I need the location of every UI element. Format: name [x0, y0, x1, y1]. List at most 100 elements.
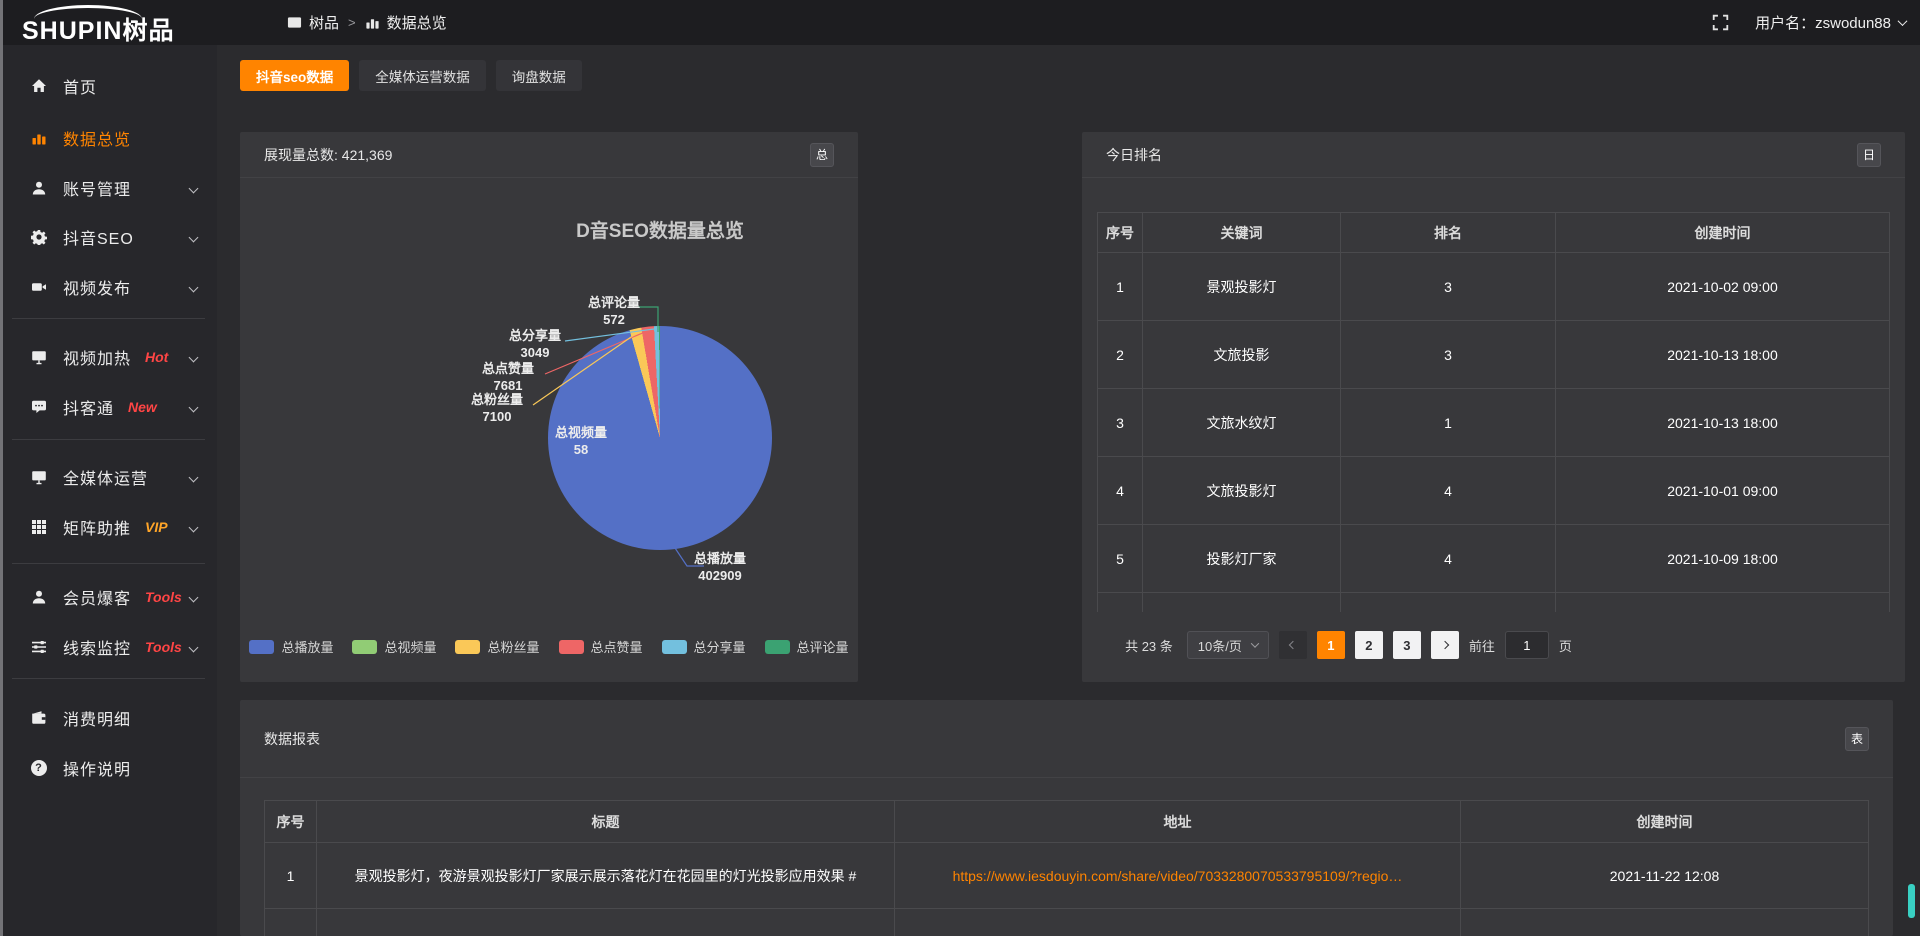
col-no: 序号	[265, 801, 317, 843]
breadcrumb-current[interactable]: 数据总览	[387, 12, 447, 33]
sidebar-item-matrix-boost[interactable]: 矩阵助推 VIP	[0, 505, 217, 549]
question-icon: ?	[30, 759, 48, 777]
user-menu[interactable]: 用户名：zswodun88	[1755, 12, 1906, 33]
chart-title: D音SEO数据量总览	[576, 216, 744, 243]
col-created: 创建时间	[1461, 801, 1869, 843]
ranking-panel-header: 今日排名 日	[1082, 132, 1905, 178]
breadcrumb-separator: >	[348, 15, 356, 30]
chart-panel-header: 展现量总数: 421,369 总	[240, 132, 858, 178]
sliders-icon	[30, 638, 48, 656]
new-badge: New	[128, 399, 157, 415]
tab-inquiry-data[interactable]: 询盘数据	[496, 60, 582, 91]
sidebar-item-lead-monitor[interactable]: 线索监控 Tools	[0, 625, 217, 669]
user-icon	[30, 588, 48, 606]
grid-icon	[30, 518, 48, 536]
legend-item[interactable]: 总粉丝量	[455, 637, 539, 656]
goto-page-input[interactable]	[1505, 631, 1549, 659]
video-link[interactable]: https://www.iesdouyin.com/share/video/70…	[953, 868, 1403, 884]
app-logo[interactable]: SHUPIN树品	[18, 2, 218, 45]
sidebar-item-video-publish[interactable]: 视频发布	[0, 265, 217, 309]
ranking-table-wrap: 序号 关键词 排名 创建时间 1景观投影灯32021-10-02 09:00 2…	[1097, 212, 1890, 612]
chevron-down-icon	[189, 473, 199, 483]
label-total-fans: 总粉丝量7100	[455, 392, 539, 426]
table-row[interactable]: 1景观投影灯32021-10-02 09:00	[1098, 253, 1890, 321]
sidebar-item-media-ops[interactable]: 全媒体运营	[0, 455, 217, 499]
tab-douyin-seo-data[interactable]: 抖音seo数据	[240, 60, 349, 91]
gear-icon	[30, 228, 48, 246]
data-report-panel: 数据报表 表 序号 标题 地址 创建时间 1 景观投影灯，夜游景观投影灯厂家展示…	[240, 700, 1893, 936]
chevron-down-icon	[1251, 639, 1259, 647]
report-panel-header: 数据报表 表	[240, 700, 1893, 778]
label-total-likes: 总点赞量7681	[466, 361, 550, 395]
sidebar-divider	[12, 318, 205, 319]
user-icon	[30, 179, 48, 197]
bar-chart-icon	[365, 15, 380, 30]
sidebar-item-expense-detail[interactable]: 消费明细	[0, 696, 217, 740]
legend-swatch	[352, 640, 377, 654]
table-row[interactable]: 2文旅投影32021-10-13 18:00	[1098, 321, 1890, 389]
total-count: 共 23 条	[1125, 636, 1173, 655]
username: 用户名：zswodun88	[1755, 12, 1891, 33]
legend-item[interactable]: 总播放量	[249, 637, 333, 656]
label-total-shares: 总分享量3049	[493, 328, 577, 362]
legend-swatch	[249, 640, 274, 654]
day-badge-button[interactable]: 日	[1857, 143, 1881, 167]
legend-item[interactable]: 总评论量	[765, 637, 849, 656]
legend-swatch	[559, 640, 584, 654]
chevron-down-icon	[189, 643, 199, 653]
table-row[interactable]: 4文旅投影灯42021-10-01 09:00	[1098, 457, 1890, 525]
report-title: 数据报表	[264, 729, 320, 749]
sidebar-divider	[12, 563, 205, 564]
legend-item[interactable]: 总点赞量	[559, 637, 643, 656]
tools-badge: Tools	[145, 589, 182, 605]
chevron-down-icon	[189, 523, 199, 533]
prev-page-button[interactable]	[1279, 631, 1307, 659]
sidebar-item-doketong[interactable]: 抖客通 New	[0, 385, 217, 429]
chevron-down-icon	[189, 283, 199, 293]
today-ranking-panel: 今日排名 日 序号 关键词 排名 创建时间 1景观投影灯32021-10-02 …	[1082, 132, 1905, 682]
sidebar-item-data-overview[interactable]: 数据总览	[0, 116, 217, 160]
tab-media-ops-data[interactable]: 全媒体运营数据	[359, 60, 486, 91]
table-badge-button[interactable]: 表	[1845, 727, 1869, 751]
ranking-table: 序号 关键词 排名 创建时间 1景观投影灯32021-10-02 09:00 2…	[1097, 212, 1890, 612]
label-total-plays: 总播放量402909	[678, 551, 762, 585]
page-button-3[interactable]: 3	[1393, 631, 1421, 659]
sidebar-item-home[interactable]: 首页	[0, 64, 217, 108]
sidebar-item-member-baoke[interactable]: 会员爆客 Tools	[0, 575, 217, 619]
chevron-down-icon	[1898, 16, 1908, 26]
scrollbar-thumb[interactable]	[1908, 884, 1915, 918]
chevron-down-icon	[189, 403, 199, 413]
page-button-1[interactable]: 1	[1317, 631, 1345, 659]
col-title: 标题	[317, 801, 895, 843]
table-row[interactable]: 3文旅水纹灯12021-10-13 18:00	[1098, 389, 1890, 457]
sidebar-item-video-heat[interactable]: 视频加热 Hot	[0, 335, 217, 379]
chevron-down-icon	[189, 233, 199, 243]
wallet-icon	[30, 709, 48, 727]
fullscreen-icon[interactable]	[1712, 14, 1729, 31]
vip-badge: VIP	[145, 519, 168, 535]
sidebar-divider	[12, 439, 205, 440]
table-row[interactable]: 5投影灯厂家42021-10-09 18:00	[1098, 525, 1890, 593]
chevron-down-icon	[189, 184, 199, 194]
sidebar: 首页 数据总览 账号管理 抖音SEO 视频发布 视频加热 Hot	[0, 45, 217, 936]
page-size-select[interactable]: 10条/页	[1187, 631, 1269, 659]
legend-item[interactable]: 总视频量	[352, 637, 436, 656]
total-badge-button[interactable]: 总	[810, 143, 834, 167]
table-row[interactable]: 1 景观投影灯，夜游景观投影灯厂家展示展示落花灯在花园里的灯光投影应用效果 # …	[265, 843, 1869, 909]
legend-item[interactable]: 总分享量	[662, 637, 746, 656]
page-button-2[interactable]: 2	[1355, 631, 1383, 659]
next-page-button[interactable]	[1431, 631, 1459, 659]
video-icon	[30, 278, 48, 296]
pie-chart-area: D音SEO数据量总览 总评论量572 总分享量3049 总点赞量7681 总粉丝…	[240, 179, 858, 682]
sidebar-item-instructions[interactable]: ? 操作说明	[0, 746, 217, 790]
table-row-clipped	[265, 909, 1869, 936]
logo-text: SHUPIN树品	[22, 11, 174, 47]
sidebar-item-account[interactable]: 账号管理	[0, 166, 217, 210]
sidebar-item-douyin-seo[interactable]: 抖音SEO	[0, 215, 217, 259]
legend-swatch	[662, 640, 687, 654]
label-total-comments: 总评论量572	[572, 295, 656, 329]
col-url: 地址	[895, 801, 1461, 843]
breadcrumb-root[interactable]: 树品	[309, 12, 339, 33]
pagination: 共 23 条 10条/页 1 2 3 前往 页	[1082, 631, 1905, 659]
tools-badge: Tools	[145, 639, 182, 655]
